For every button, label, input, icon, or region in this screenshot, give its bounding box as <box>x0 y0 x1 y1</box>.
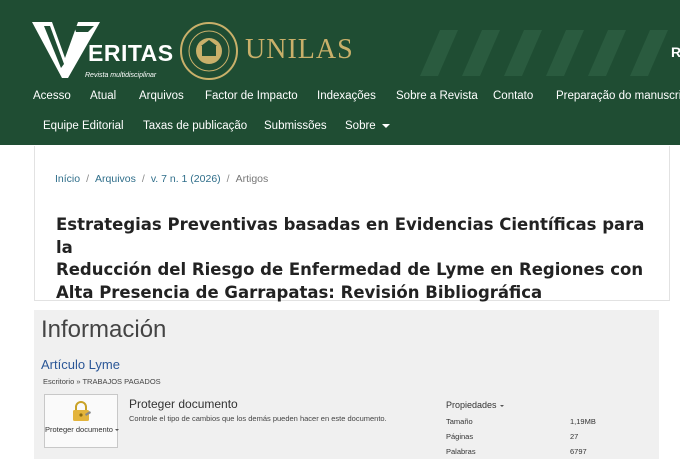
breadcrumb-separator: / <box>226 173 230 185</box>
breadcrumb-inicio[interactable]: Início <box>55 173 80 185</box>
site-header: ERITAS Revista multidisciplinar UNILAS R… <box>0 0 680 145</box>
article-panel: Início / Arquivos / v. 7 n. 1 (2026) / Artigos… <box>34 146 670 304</box>
title-line: Alta Presencia de Garrapatas: Revisión B… <box>56 282 543 302</box>
article-title: Estrategias Preventivas basadas en Evide… <box>56 214 666 304</box>
breadcrumb-current: Artigos <box>235 173 269 185</box>
nav-atual[interactable]: Atual <box>90 90 116 102</box>
nav-sobre-a-revista[interactable]: Sobre a Revista <box>396 90 478 102</box>
properties-heading: Propiedades <box>446 400 497 410</box>
secondary-nav: Equipe Editorial Taxas de publicação Sub… <box>0 120 680 142</box>
breadcrumb-separator: / <box>141 173 145 185</box>
title-line: Reducción del Riesgo de Enfermedad de Ly… <box>56 260 644 279</box>
breadcrumb-separator: / <box>86 173 90 185</box>
logo-subtitle: Revista multidisciplinar <box>85 72 157 79</box>
property-value: 1,19MB <box>570 417 596 426</box>
decorative-stripes <box>420 30 668 76</box>
document-info-panel: Información Artículo Lyme Escritorio » T… <box>34 310 659 459</box>
lock-icon <box>73 401 91 421</box>
nav-acesso[interactable]: Acesso <box>33 90 71 102</box>
veritas-logo-link[interactable]: ERITAS Revista multidisciplinar <box>30 18 173 82</box>
protect-button-label: Proteger documento <box>45 425 119 435</box>
nav-equipe-editorial[interactable]: Equipe Editorial <box>43 120 124 132</box>
info-heading: Información <box>41 316 167 343</box>
breadcrumb: Início / Arquivos / v. 7 n. 1 (2026) / Artigos <box>55 173 268 185</box>
nav-sobre-label: Sobre <box>345 120 376 132</box>
properties-dropdown[interactable]: Propiedades <box>446 400 504 410</box>
chevron-down-icon <box>499 404 504 407</box>
document-path[interactable]: Escritorio » TRABAJOS PAGADOS <box>43 377 161 386</box>
title-line: Estrategias Preventivas basadas en Evide… <box>56 215 645 257</box>
nav-sobre-dropdown[interactable]: Sobre <box>345 120 390 132</box>
nav-arquivos[interactable]: Arquivos <box>139 90 184 102</box>
chevron-down-icon <box>114 429 119 432</box>
nav-submissoes[interactable]: Submissões <box>264 120 327 132</box>
property-value: 6797 <box>570 447 587 456</box>
nav-factor-de-impacto[interactable]: Factor de Impacto <box>205 90 298 102</box>
protect-heading: Proteger documento <box>129 397 238 411</box>
property-key: Tamaño <box>446 417 473 426</box>
document-name: Artículo Lyme <box>41 357 120 372</box>
nav-preparacao-do-manuscrito[interactable]: Preparação do manuscrito <box>556 90 680 102</box>
breadcrumb-arquivos[interactable]: Arquivos <box>95 173 136 185</box>
university-seal-icon <box>180 22 238 80</box>
nav-taxas-de-publicacao[interactable]: Taxas de publicação <box>143 120 247 132</box>
property-key: Palabras <box>446 447 476 456</box>
nav-contato[interactable]: Contato <box>493 90 533 102</box>
partner-name: UNILAS <box>245 34 354 65</box>
logo-text: ERITAS <box>88 40 174 66</box>
protect-document-button[interactable]: Proteger documento <box>44 394 119 448</box>
protect-description: Controle el tipo de cambios que los demá… <box>129 414 387 423</box>
veritas-logo: ERITAS Revista multidisciplinar <box>30 18 173 82</box>
protect-button-text: Proteger documento <box>45 425 113 434</box>
property-key: Páginas <box>446 432 474 441</box>
cut-off-text: R <box>671 44 680 60</box>
nav-indexacoes[interactable]: Indexações <box>317 90 376 102</box>
chevron-down-icon <box>381 123 390 128</box>
breadcrumb-issue[interactable]: v. 7 n. 1 (2026) <box>151 173 221 185</box>
property-value: 27 <box>570 432 579 441</box>
primary-nav: Acesso Atual Arquivos Factor de Impacto … <box>0 90 680 112</box>
